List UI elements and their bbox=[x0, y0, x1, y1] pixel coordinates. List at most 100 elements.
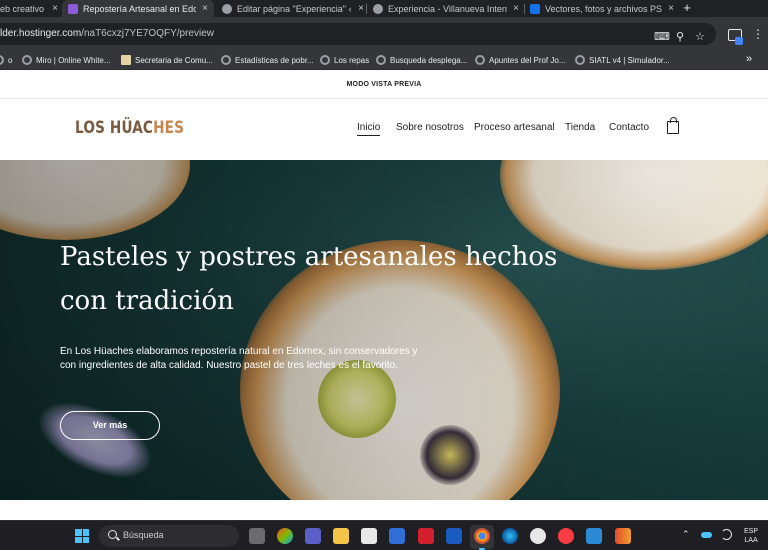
browser-tab-bar: eb creativo × Repostería Artesanal en Ed… bbox=[0, 0, 768, 17]
tab-editar-experiencia[interactable]: Editar página "Experiencia" ‹ Villanueva… bbox=[222, 0, 364, 17]
nav-sobre-nosotros[interactable]: Sobre nosotros bbox=[396, 122, 464, 133]
tab-reposteria[interactable]: Repostería Artesanal en Edomex × bbox=[62, 0, 214, 17]
shopping-bag-icon[interactable] bbox=[667, 117, 679, 134]
wordpress-icon bbox=[222, 3, 232, 14]
bookmark-item[interactable]: Secretaria de Comu... bbox=[121, 50, 213, 70]
address-bar: lder.hostinger.com/naT6cxzj7YE7OQFY/prev… bbox=[0, 17, 768, 50]
sync-icon[interactable] bbox=[721, 529, 732, 540]
close-icon[interactable]: × bbox=[358, 3, 364, 14]
store-icon[interactable] bbox=[361, 528, 377, 544]
edge-icon[interactable] bbox=[502, 528, 518, 544]
chevron-up-icon[interactable]: ⌃ bbox=[682, 529, 690, 540]
bookmark-item[interactable]: Estadísticas de pobr... bbox=[221, 50, 314, 70]
menu-kebab-icon[interactable]: ⋮ bbox=[752, 27, 764, 41]
obs-icon[interactable] bbox=[530, 528, 546, 544]
bookmarks-overflow-button[interactable]: » bbox=[746, 53, 752, 65]
site-header: LOS HÜACHES Inicio Sobre nosotros Proces… bbox=[0, 99, 768, 160]
bookmark-label: Los repas bbox=[334, 55, 370, 65]
bookmark-item[interactable]: SIATL v4 | Simulador... bbox=[575, 50, 670, 70]
nav-inicio[interactable]: Inicio bbox=[357, 122, 381, 136]
bookmark-label: Busqueda desplega... bbox=[390, 55, 468, 65]
language-code: ESP bbox=[744, 528, 759, 535]
tab-separator bbox=[366, 4, 367, 14]
close-icon[interactable]: × bbox=[202, 3, 208, 14]
bookmark-label: Miro | Online White... bbox=[36, 55, 111, 65]
bookmark-item[interactable]: o bbox=[0, 50, 12, 70]
task-view-icon[interactable] bbox=[249, 528, 265, 544]
bookmark-item[interactable]: Miro | Online White... bbox=[22, 50, 111, 70]
globe-icon bbox=[221, 55, 231, 65]
bookmark-label: Apuntes del Prof Jo... bbox=[489, 55, 566, 65]
globe-icon bbox=[320, 55, 330, 65]
url-host: lder.hostinger.com bbox=[0, 28, 82, 39]
next-section bbox=[0, 500, 768, 520]
music-icon[interactable] bbox=[558, 528, 574, 544]
close-icon[interactable]: × bbox=[668, 3, 674, 14]
bookmarks-bar: o Miro | Online White... Secretaria de C… bbox=[0, 50, 768, 70]
mcafee-icon[interactable] bbox=[418, 528, 434, 544]
translate-icon[interactable]: ⌨ bbox=[654, 30, 670, 43]
bookmark-item[interactable]: Busqueda desplega... bbox=[376, 50, 467, 70]
taskbar-search[interactable]: Búsqueda bbox=[99, 525, 239, 547]
taskbar-search-placeholder: Búsqueda bbox=[123, 530, 164, 540]
globe-icon bbox=[376, 55, 386, 65]
tab-title: Experiencia - Villanueva Internacional bbox=[388, 3, 507, 14]
globe-icon bbox=[0, 55, 4, 65]
new-tab-button[interactable]: + bbox=[680, 0, 694, 17]
globe-icon bbox=[22, 55, 32, 65]
tab-title: Vectores, fotos y archivos PSD bbox=[545, 3, 663, 14]
nav-tienda[interactable]: Tienda bbox=[565, 122, 595, 133]
preview-mode-banner: MODO VISTA PREVIA bbox=[0, 70, 768, 99]
url-path: /naT6cxzj7YE7OQFY/preview bbox=[81, 28, 214, 39]
photos-icon[interactable] bbox=[586, 528, 602, 544]
bookmark-item[interactable]: Apuntes del Prof Jo... bbox=[475, 50, 566, 70]
ver-mas-button[interactable]: Ver más bbox=[60, 411, 160, 440]
doc-icon bbox=[121, 55, 131, 65]
file-explorer-icon[interactable] bbox=[333, 528, 349, 544]
wordpress-icon bbox=[373, 3, 383, 14]
zoom-icon[interactable]: ⚲ bbox=[676, 30, 684, 43]
tab-title: Repostería Artesanal en Edomex bbox=[83, 3, 197, 14]
site-logo[interactable]: LOS HÜACHES bbox=[75, 118, 184, 138]
bookmark-label: SIATL v4 | Simulador... bbox=[589, 55, 670, 65]
tab-title: Editar página "Experiencia" ‹ Villanueva bbox=[237, 3, 352, 14]
tab-title: eb creativo bbox=[0, 3, 45, 14]
nav-proceso-artesanal[interactable]: Proceso artesanal bbox=[474, 122, 555, 133]
url-field[interactable]: lder.hostinger.com/naT6cxzj7YE7OQFY/prev… bbox=[0, 23, 716, 45]
bookmark-item[interactable]: Los repas bbox=[320, 50, 369, 70]
edge-dev-icon[interactable] bbox=[389, 528, 405, 544]
onedrive-icon[interactable] bbox=[701, 532, 712, 538]
tab-separator bbox=[524, 4, 525, 14]
url-text: lder.hostinger.com/naT6cxzj7YE7OQFY/prev… bbox=[0, 28, 214, 39]
tab-experiencia[interactable]: Experiencia - Villanueva Internacional × bbox=[373, 0, 519, 17]
globe-icon bbox=[475, 55, 485, 65]
search-icon bbox=[108, 530, 117, 539]
winrar-icon[interactable] bbox=[615, 528, 631, 544]
language-indicator[interactable]: ESP LAA bbox=[744, 527, 758, 545]
copilot-icon[interactable] bbox=[277, 528, 293, 544]
tab-vectores[interactable]: Vectores, fotos y archivos PSD × bbox=[530, 0, 674, 17]
hero-heading: Pasteles y postres artesanales hechos co… bbox=[60, 242, 558, 316]
keyboard-layout: LAA bbox=[744, 537, 758, 544]
tab-creativo[interactable]: eb creativo × bbox=[0, 0, 58, 17]
globe-icon bbox=[575, 55, 585, 65]
bookmark-star-icon[interactable]: ☆ bbox=[695, 30, 705, 43]
bookmark-label: Estadísticas de pobr... bbox=[235, 55, 314, 65]
extension-badge-icon bbox=[735, 37, 743, 45]
close-icon[interactable]: × bbox=[513, 3, 519, 14]
hero-description: En Los Hüaches elaboramos repostería nat… bbox=[60, 346, 418, 371]
freepik-icon bbox=[530, 3, 540, 14]
hero-section: Pasteles y postres artesanales hechos co… bbox=[0, 160, 768, 500]
word-icon[interactable] bbox=[446, 528, 462, 544]
close-icon[interactable]: × bbox=[52, 3, 58, 14]
logo-text-accent: HES bbox=[153, 118, 185, 138]
logo-text-main: LOS HÜAC bbox=[75, 118, 154, 138]
teams-icon[interactable] bbox=[305, 528, 321, 544]
bookmark-label: o bbox=[8, 55, 13, 65]
hero-overlay bbox=[0, 160, 768, 500]
start-button[interactable] bbox=[75, 529, 89, 543]
hostinger-icon bbox=[68, 3, 78, 14]
chrome-icon[interactable] bbox=[474, 528, 490, 544]
nav-contacto[interactable]: Contacto bbox=[609, 122, 649, 133]
taskbar: Búsqueda ⌃ ESP LAA bbox=[0, 520, 768, 550]
